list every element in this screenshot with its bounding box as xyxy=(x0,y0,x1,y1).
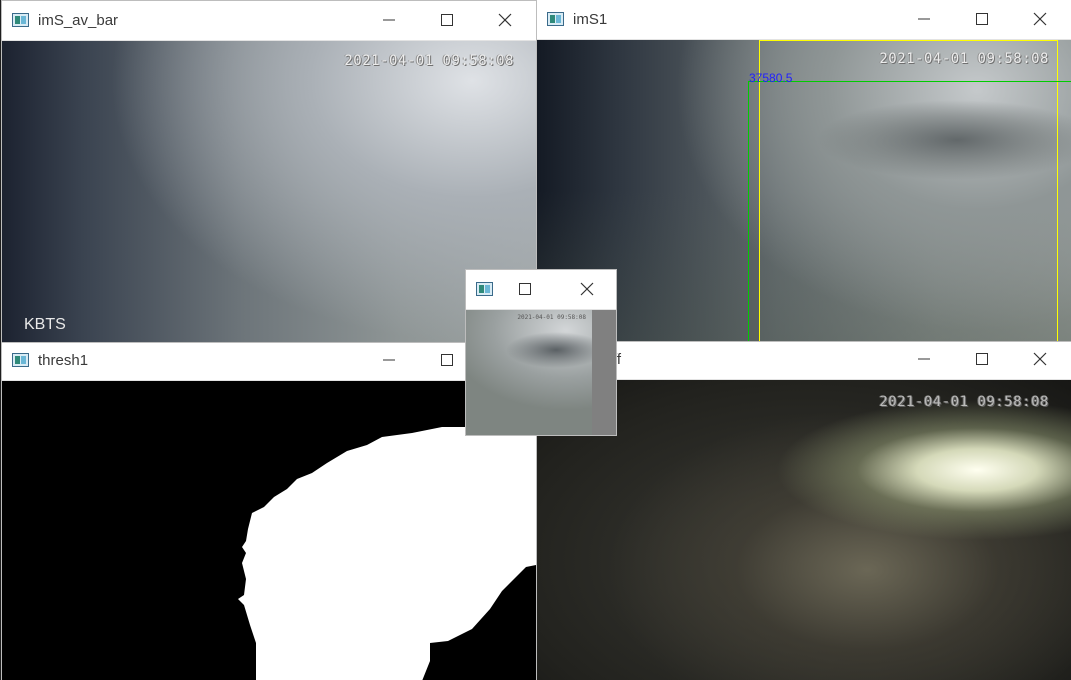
close-button[interactable] xyxy=(1017,340,1063,379)
detection-image: 2021-04-01 09:58:08 37580.5 xyxy=(537,40,1071,341)
minimize-button[interactable] xyxy=(366,1,412,40)
window-thresh1[interactable]: thresh1 xyxy=(2,341,536,680)
maximize-icon xyxy=(976,13,988,25)
maximize-icon xyxy=(976,353,988,365)
titlebar[interactable] xyxy=(466,270,616,310)
close-icon xyxy=(580,282,594,296)
window-title: imS_av_bar xyxy=(38,12,119,29)
maximize-button[interactable] xyxy=(424,1,470,40)
window-diff[interactable]: ff 2021-04-01 09:58:08 xyxy=(537,340,1071,680)
threshold-image xyxy=(2,381,536,680)
close-button[interactable] xyxy=(572,270,602,309)
minimize-icon xyxy=(918,18,930,20)
diff-image: 2021-04-01 09:58:08 xyxy=(537,380,1071,680)
opencv-window-icon xyxy=(12,353,29,367)
timestamp: 2021-04-01 09:58:08 xyxy=(517,314,586,321)
window-imS1[interactable]: imS1 2021-04-01 09:58:08 37580.5 xyxy=(537,0,1071,341)
close-button[interactable] xyxy=(482,1,528,40)
close-icon xyxy=(1033,352,1047,366)
titlebar[interactable]: imS_av_bar xyxy=(2,1,536,41)
bounding-box-inner xyxy=(748,81,1071,341)
preview-side-panel xyxy=(592,310,616,435)
maximize-button[interactable] xyxy=(510,270,540,309)
opencv-window-icon xyxy=(476,282,493,296)
minimize-button[interactable] xyxy=(901,0,947,39)
titlebar[interactable]: imS1 xyxy=(537,0,1071,40)
maximize-button[interactable] xyxy=(424,341,470,380)
close-button[interactable] xyxy=(1017,0,1063,39)
minimize-button[interactable] xyxy=(901,340,947,379)
window-small-preview[interactable]: 2021-04-01 09:58:08 xyxy=(466,270,616,435)
minimize-button[interactable] xyxy=(366,341,412,380)
area-label: 37580.5 xyxy=(749,71,793,85)
opencv-window-icon xyxy=(12,13,29,27)
maximize-icon xyxy=(441,354,453,366)
maximize-button[interactable] xyxy=(959,340,1005,379)
minimize-icon xyxy=(383,19,395,21)
maximize-button[interactable] xyxy=(959,0,1005,39)
titlebar[interactable]: ff xyxy=(537,340,1071,380)
timestamp: 2021-04-01 09:58:08 xyxy=(879,394,1049,410)
threshold-blob xyxy=(238,425,536,680)
minimize-icon xyxy=(383,359,395,361)
maximize-icon xyxy=(519,283,531,295)
window-title: imS1 xyxy=(573,11,608,28)
close-icon xyxy=(1033,12,1047,26)
titlebar[interactable]: thresh1 xyxy=(2,341,536,381)
preview-image: 2021-04-01 09:58:08 xyxy=(466,310,592,435)
maximize-icon xyxy=(441,14,453,26)
watermark-label: KBTS xyxy=(24,316,66,333)
timestamp: 2021-04-01 09:58:08 xyxy=(344,53,514,69)
window-title: thresh1 xyxy=(38,352,89,369)
opencv-window-icon xyxy=(547,12,564,26)
minimize-icon xyxy=(918,358,930,360)
background-average-image: 2021-04-01 09:58:08 KBTS xyxy=(2,41,536,342)
close-icon xyxy=(498,13,512,27)
window-imS-av-bar[interactable]: imS_av_bar 2021-04-01 09:58:08 KBTS xyxy=(2,1,536,342)
